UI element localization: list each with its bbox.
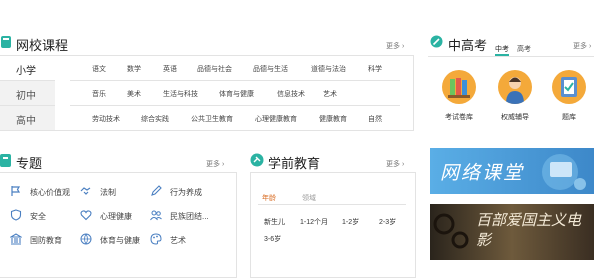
- exam-item-label[interactable]: 考试卷库: [434, 112, 484, 122]
- subject-link[interactable]: 艺术: [323, 89, 337, 99]
- patriotic-film-text: 百部爱国主义电影: [476, 212, 582, 249]
- subject-link[interactable]: 综合实践: [141, 114, 169, 124]
- pencil-icon: [151, 185, 162, 196]
- topic-link[interactable]: 民族团结...: [170, 211, 209, 222]
- topic-link[interactable]: 法制: [100, 187, 116, 198]
- subject-link[interactable]: 科学: [368, 64, 382, 74]
- stage-tab-primary[interactable]: 小学: [0, 55, 55, 81]
- topic-link[interactable]: 核心价值观: [30, 187, 70, 198]
- age-link[interactable]: 1-12个月: [300, 217, 328, 227]
- exam-tab-label: 中考: [495, 46, 509, 53]
- subject-link[interactable]: 音乐: [92, 89, 106, 99]
- subject-link[interactable]: 道德与法治: [311, 64, 346, 74]
- subject-link[interactable]: 自然: [368, 114, 382, 124]
- subject-link[interactable]: 心理健康教育: [255, 114, 297, 124]
- age-link[interactable]: 新生儿: [264, 217, 285, 227]
- people-icon: [150, 210, 162, 221]
- exam-tab-zhongkao[interactable]: 中考: [495, 38, 509, 56]
- heart-icon: [80, 210, 92, 221]
- subject-link[interactable]: 信息技术: [277, 89, 305, 99]
- age-link[interactable]: 3-6岁: [264, 234, 281, 244]
- book-icon: [1, 36, 11, 48]
- stage-tab-senior[interactable]: 高中: [0, 105, 55, 131]
- courses-title: 网校课程: [16, 38, 69, 53]
- topic-link[interactable]: 心理健康: [100, 211, 132, 222]
- subject-link[interactable]: 生活与科技: [163, 89, 198, 99]
- preschool-title: 学前教育: [268, 156, 321, 171]
- palette-icon: [150, 233, 162, 245]
- exam-tab-gaokao[interactable]: 高考: [517, 38, 531, 56]
- online-classroom-banner[interactable]: 网络课堂: [430, 148, 594, 194]
- subject-link[interactable]: 英语: [163, 64, 177, 74]
- topics-more-link[interactable]: 更多 ›: [206, 159, 224, 169]
- topic-section-icon: [0, 154, 11, 167]
- subject-link[interactable]: 美术: [127, 89, 141, 99]
- stage-tab-label: 高中: [16, 116, 36, 127]
- age-link[interactable]: 1-2岁: [342, 217, 359, 227]
- preschool-tab-label: 年龄: [262, 195, 276, 202]
- stage-tab-label: 小学: [16, 66, 36, 77]
- preschool-section-icon: [250, 153, 264, 167]
- subject-link[interactable]: 劳动技术: [92, 114, 120, 124]
- exam-section: 中高考 中考 高考 更多 › 考试卷库 权威辅导 题库: [428, 0, 594, 140]
- subject-link[interactable]: 品德与生活: [253, 64, 288, 74]
- handshake-icon: [80, 187, 91, 195]
- exam-tab-label: 高考: [517, 46, 531, 53]
- building-icon: [10, 233, 22, 245]
- exam-more-link[interactable]: 更多 ›: [573, 41, 591, 51]
- topics-title: 专题: [16, 156, 43, 171]
- topic-link[interactable]: 安全: [30, 211, 46, 222]
- teacher-icon[interactable]: [498, 70, 532, 104]
- subject-link[interactable]: 体育与健康: [219, 89, 254, 99]
- topic-link[interactable]: 艺术: [170, 235, 186, 246]
- subject-link[interactable]: 品德与社会: [197, 64, 232, 74]
- subject-link[interactable]: 公共卫生教育: [191, 114, 233, 124]
- topic-link[interactable]: 国防教育: [30, 235, 62, 246]
- preschool-tab-domain[interactable]: 领域: [302, 187, 316, 205]
- exam-item-label[interactable]: 题库: [544, 112, 594, 122]
- preschool-tab-age[interactable]: 年龄: [262, 187, 276, 205]
- courses-section: 网校课程 更多 › 小学 初中 高中 语文 数学 英语 品德与社会 品德与生活 …: [0, 0, 415, 140]
- exam-title: 中高考: [448, 38, 488, 53]
- preschool-section: 学前教育 更多 › 年龄 领域 新生儿 1-12个月 1-2岁 2-3岁 3-6…: [250, 150, 416, 279]
- exam-item-label[interactable]: 权威辅导: [490, 112, 540, 122]
- subject-link[interactable]: 语文: [92, 64, 106, 74]
- question-bank-icon[interactable]: [552, 70, 586, 104]
- ball-icon: [80, 233, 92, 245]
- topic-link[interactable]: 体育与健康: [100, 235, 140, 246]
- patriotic-film-banner[interactable]: 百部爱国主义电影: [430, 204, 594, 260]
- stage-tab-label: 初中: [16, 91, 36, 102]
- preschool-more-link[interactable]: 更多 ›: [386, 159, 404, 169]
- leaf-icon: [430, 35, 443, 48]
- preschool-tab-label: 领域: [302, 195, 316, 202]
- online-classroom-text: 网络课堂: [440, 163, 525, 184]
- flag-icon: [11, 186, 21, 196]
- subject-link[interactable]: 数学: [127, 64, 141, 74]
- topics-section: 专题 更多 › 核心价值观 法制 行为养成 安全 心理健康 民族团结... 国防…: [0, 150, 238, 279]
- subject-link[interactable]: 健康教育: [319, 114, 347, 124]
- shield-icon: [10, 209, 22, 221]
- age-link[interactable]: 2-3岁: [379, 217, 396, 227]
- courses-more-link[interactable]: 更多 ›: [386, 41, 404, 51]
- stage-tab-junior[interactable]: 初中: [0, 80, 55, 106]
- topic-link[interactable]: 行为养成: [170, 187, 202, 198]
- exam-paper-icon[interactable]: [442, 70, 476, 104]
